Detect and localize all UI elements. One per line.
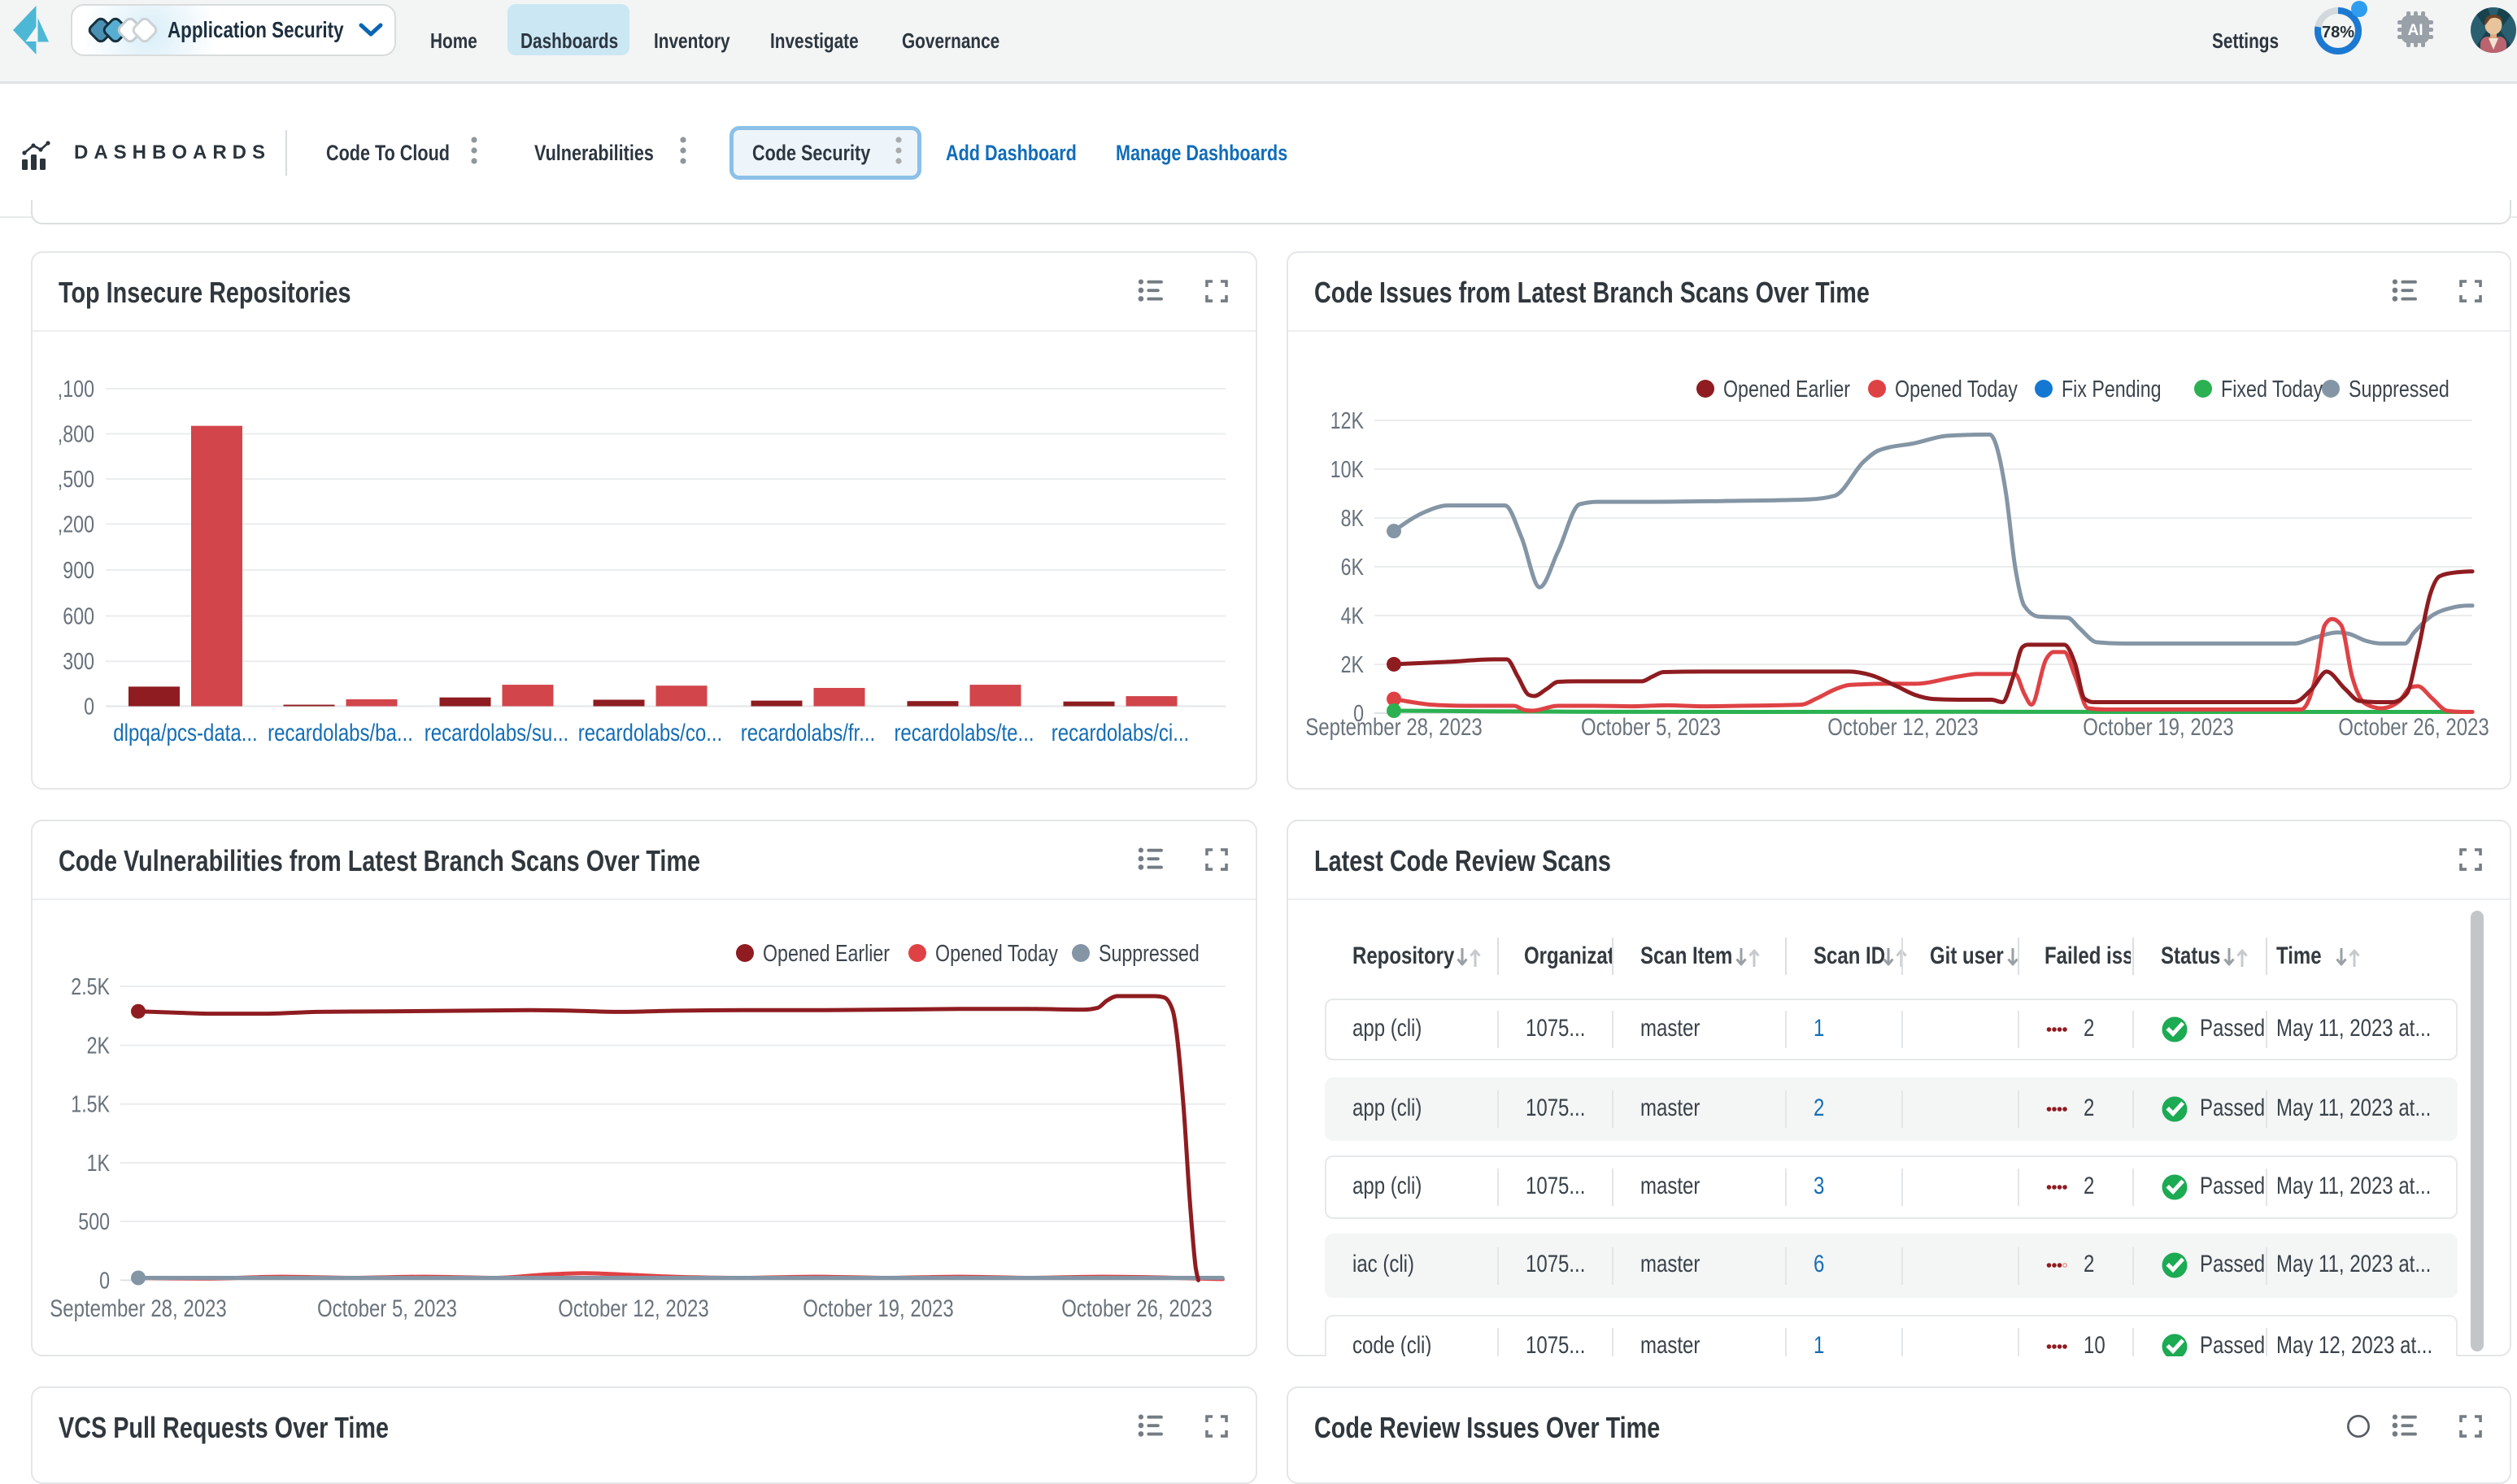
svg-text:September 28, 2023: September 28, 2023 bbox=[50, 1295, 227, 1322]
svg-text:recardolabs/co...: recardolabs/co... bbox=[578, 720, 722, 746]
svg-text:8K: 8K bbox=[1341, 506, 1365, 532]
svg-text:October 26, 2023: October 26, 2023 bbox=[2338, 714, 2489, 741]
svg-text:300: 300 bbox=[63, 649, 94, 675]
svg-text:500: 500 bbox=[78, 1209, 110, 1235]
svg-text:,200: ,200 bbox=[58, 511, 94, 537]
svg-text:October 12, 2023: October 12, 2023 bbox=[558, 1295, 709, 1322]
svg-text:Suppressed: Suppressed bbox=[1099, 941, 1200, 967]
svg-text:October 5, 2023: October 5, 2023 bbox=[317, 1295, 457, 1322]
svg-text:October 19, 2023: October 19, 2023 bbox=[2083, 714, 2234, 741]
svg-text:recardolabs/ba...: recardolabs/ba... bbox=[268, 720, 413, 746]
svg-text:2K: 2K bbox=[1341, 652, 1365, 678]
svg-text:,800: ,800 bbox=[58, 422, 94, 448]
svg-text:October 5, 2023: October 5, 2023 bbox=[1581, 714, 1721, 741]
svg-text:Fix Pending: Fix Pending bbox=[2062, 376, 2162, 403]
svg-text:AI: AI bbox=[2408, 22, 2423, 39]
svg-text:600: 600 bbox=[63, 604, 94, 630]
svg-text:recardolabs/te...: recardolabs/te... bbox=[894, 720, 1034, 746]
svg-text:4K: 4K bbox=[1341, 603, 1365, 629]
svg-text:0: 0 bbox=[99, 1268, 110, 1294]
svg-text:,100: ,100 bbox=[58, 376, 94, 403]
svg-text:6K: 6K bbox=[1341, 555, 1365, 581]
svg-text:12K: 12K bbox=[1330, 408, 1365, 434]
svg-text:2K: 2K bbox=[87, 1034, 111, 1060]
svg-text:2.5K: 2.5K bbox=[71, 974, 110, 1000]
svg-text:Opened Earlier: Opened Earlier bbox=[1723, 376, 1850, 403]
svg-text:Fixed Today: Fixed Today bbox=[2221, 376, 2323, 403]
svg-text:October 19, 2023: October 19, 2023 bbox=[803, 1295, 954, 1322]
svg-text:recardolabs/fr...: recardolabs/fr... bbox=[741, 720, 875, 746]
svg-text:1K: 1K bbox=[87, 1151, 111, 1177]
svg-text:October 12, 2023: October 12, 2023 bbox=[1827, 714, 1979, 741]
svg-text:recardolabs/su...: recardolabs/su... bbox=[425, 720, 568, 746]
svg-text:dlpqa/pcs-data...: dlpqa/pcs-data... bbox=[113, 720, 257, 746]
svg-text:Opened Today: Opened Today bbox=[935, 941, 1058, 967]
svg-text:900: 900 bbox=[63, 558, 94, 584]
svg-text:0: 0 bbox=[84, 694, 94, 720]
svg-text:recardolabs/ci...: recardolabs/ci... bbox=[1052, 720, 1189, 746]
svg-text:10K: 10K bbox=[1330, 457, 1365, 483]
svg-text:,500: ,500 bbox=[58, 467, 94, 493]
svg-text:1.5K: 1.5K bbox=[71, 1092, 110, 1118]
svg-text:78%: 78% bbox=[2322, 24, 2354, 41]
svg-text:Opened Today: Opened Today bbox=[1895, 376, 2018, 403]
svg-text:Opened Earlier: Opened Earlier bbox=[763, 941, 890, 967]
svg-text:October 26, 2023: October 26, 2023 bbox=[1061, 1295, 1213, 1322]
svg-text:Suppressed: Suppressed bbox=[2349, 376, 2450, 403]
